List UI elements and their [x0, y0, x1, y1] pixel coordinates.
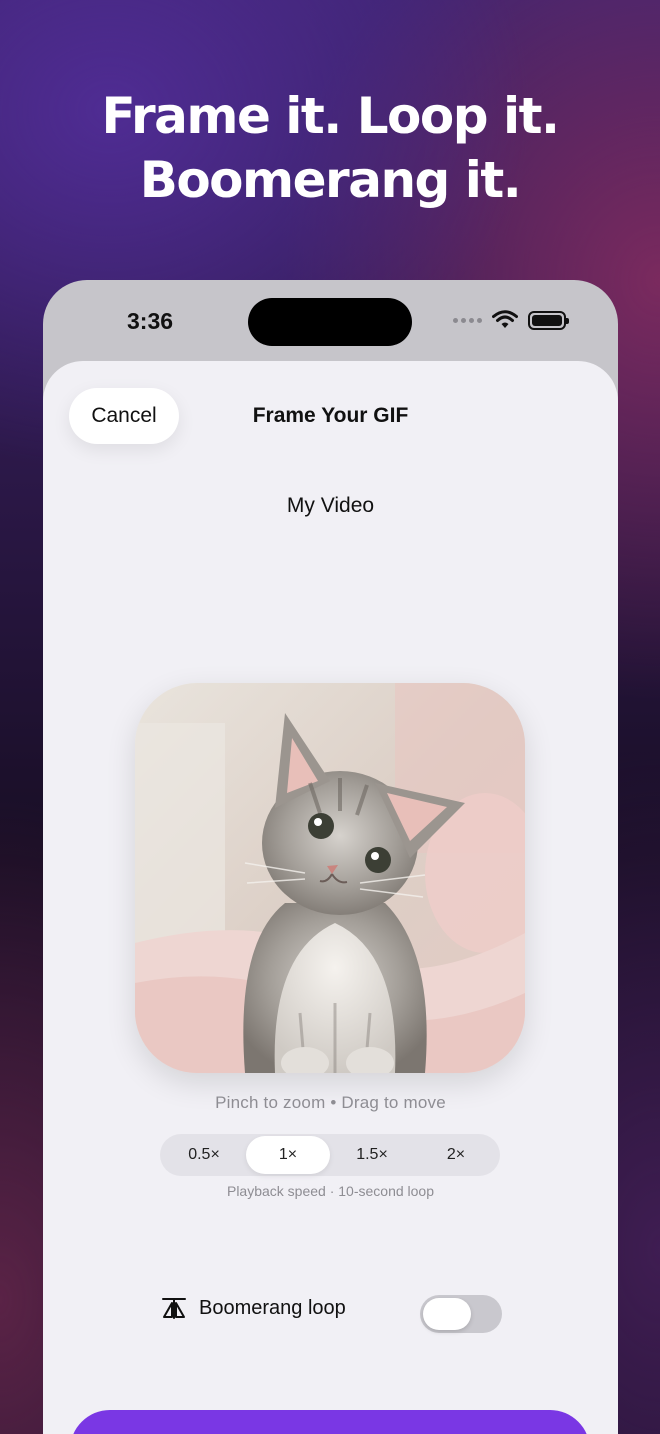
headline-line-1: Frame it. Loop it. — [101, 87, 560, 145]
kitten-video-preview — [135, 683, 525, 1073]
boomerang-row: Boomerang loop — [161, 1296, 346, 1320]
status-icons — [453, 310, 569, 330]
status-time: 3:36 — [127, 308, 174, 334]
battery-icon — [528, 310, 569, 330]
gesture-hint: Pinch to zoom • Drag to move — [215, 1093, 446, 1112]
speed-option-2x[interactable]: 2× — [414, 1136, 498, 1174]
boomerang-icon — [162, 1298, 186, 1319]
boomerang-label: Boomerang loop — [199, 1296, 346, 1319]
wifi-icon — [492, 310, 518, 328]
speed-option-1-5x[interactable]: 1.5× — [330, 1136, 414, 1174]
frame-sheet: Cancel Frame Your GIF My Video Pinch to … — [43, 361, 618, 1434]
boomerang-toggle[interactable] — [420, 1295, 502, 1333]
toggle-knob — [423, 1298, 471, 1330]
video-name: My Video — [286, 494, 375, 517]
dynamic-island — [248, 298, 412, 346]
marketing-headline: Frame it. Loop it. Boomerang it. — [0, 84, 660, 212]
sheet-title: Frame Your GIF — [252, 404, 409, 427]
create-gif-button[interactable] — [70, 1410, 590, 1434]
speed-caption: Playback speed · 10-second loop — [226, 1183, 435, 1199]
headline-line-2: Boomerang it. — [139, 151, 522, 209]
speed-option-0-5x[interactable]: 0.5× — [162, 1136, 246, 1174]
phone-frame: 3:36 Cancel Frame Your GIF My Video Pinc… — [43, 280, 618, 1434]
playback-speed-control: 0.5× 1× 1.5× 2× — [160, 1134, 500, 1176]
cellular-signal-icon — [453, 317, 482, 323]
speed-option-1x[interactable]: 1× — [246, 1136, 330, 1174]
video-crop-frame[interactable] — [135, 683, 525, 1073]
